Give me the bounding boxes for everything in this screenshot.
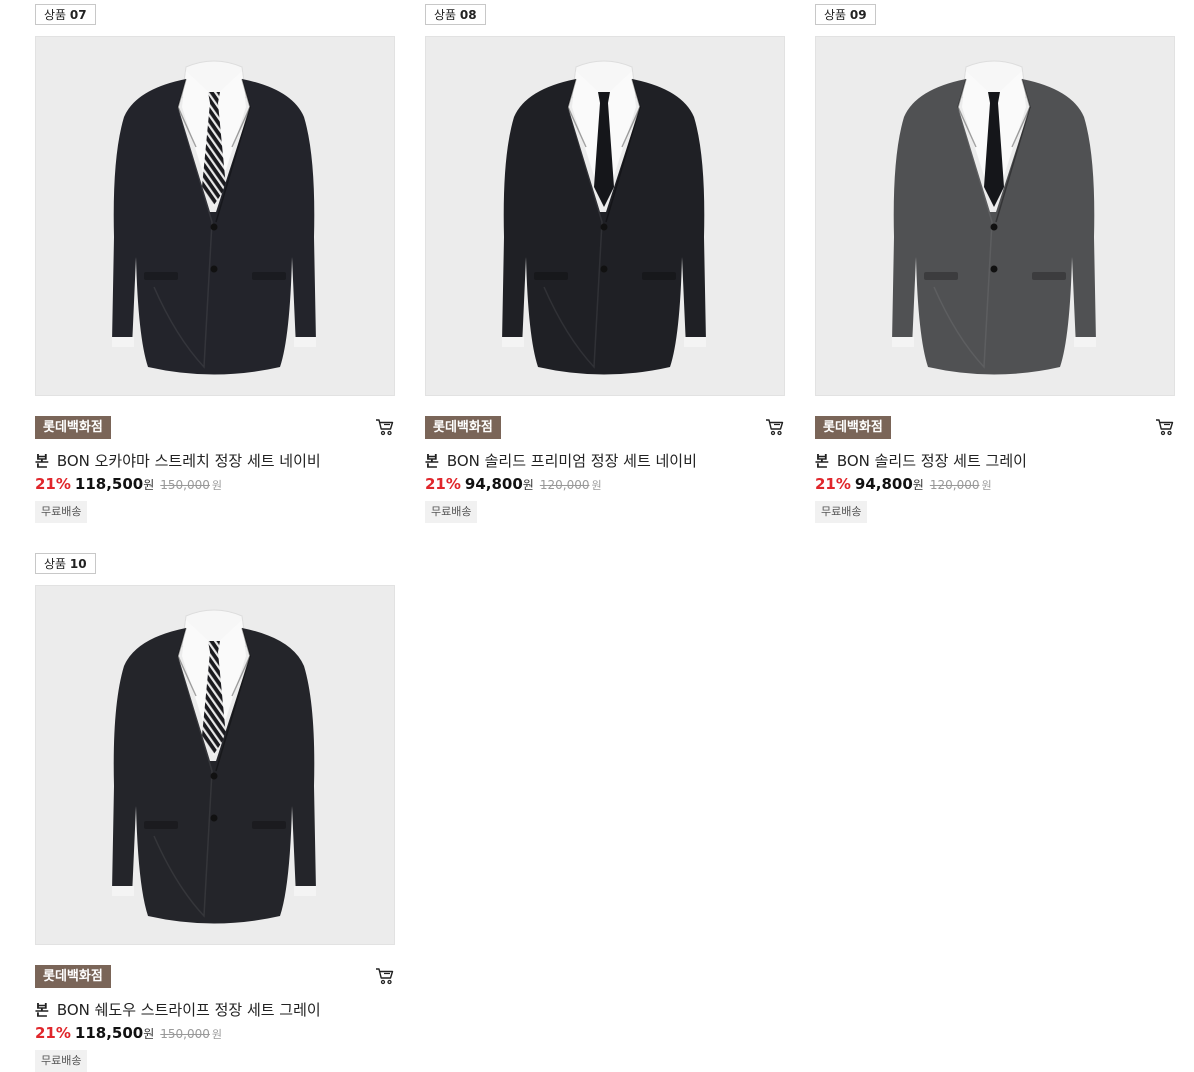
product-image[interactable] — [815, 36, 1175, 396]
cart-icon[interactable] — [375, 418, 395, 436]
product-number-badge: 상품 07 — [35, 4, 96, 25]
product-name: BON 오카야마 스트레치 정장 세트 네이비 — [56, 452, 321, 470]
discount-rate: 21% — [425, 475, 461, 493]
free-shipping-badge: 무료배송 — [815, 501, 868, 523]
product-name: BON 쉐도우 스트라이프 정장 세트 그레이 — [56, 1001, 321, 1019]
price-row: 21% 94,800원 120,000 원 — [425, 474, 602, 493]
currency-label: 원 — [143, 1027, 155, 1041]
store-badge: 롯데백화점 — [35, 965, 111, 988]
brand-name: 본 — [815, 452, 829, 470]
product-image[interactable] — [425, 36, 785, 396]
suit-illustration — [892, 60, 1096, 375]
product-image[interactable] — [35, 585, 395, 945]
product-name: BON 솔리드 프리미엄 정장 세트 네이비 — [446, 452, 697, 470]
cart-icon[interactable] — [765, 418, 785, 436]
original-currency: 원 — [211, 479, 223, 492]
suit-illustration — [502, 60, 706, 375]
product-title[interactable]: 본 BON 오카야마 스트레치 정장 세트 네이비 — [35, 450, 395, 471]
product-number-badge: 상품 08 — [425, 4, 486, 25]
brand-name: 본 — [425, 452, 439, 470]
product-title[interactable]: 본 BON 솔리드 정장 세트 그레이 — [815, 450, 1175, 471]
discount-rate: 21% — [35, 475, 71, 493]
original-currency: 원 — [211, 1028, 223, 1041]
price-row: 21% 118,500원 150,000 원 — [35, 474, 222, 493]
original-price: 150,000 — [160, 478, 210, 492]
product-number-badge: 상품 09 — [815, 4, 876, 25]
brand-name: 본 — [35, 1001, 49, 1019]
free-shipping-badge: 무료배송 — [425, 501, 478, 523]
free-shipping-badge: 무료배송 — [35, 501, 88, 523]
store-badge: 롯데백화점 — [815, 416, 891, 439]
product-image[interactable] — [35, 36, 395, 396]
sale-price: 94,800 — [854, 475, 913, 493]
currency-label: 원 — [912, 478, 924, 492]
suit-illustration — [112, 609, 316, 924]
product-number-badge: 상품 10 — [35, 553, 96, 574]
store-badge: 롯데백화점 — [35, 416, 111, 439]
discount-rate: 21% — [35, 1024, 71, 1042]
cart-icon[interactable] — [1155, 418, 1175, 436]
brand-name: 본 — [35, 452, 49, 470]
original-price: 120,000 — [929, 478, 980, 492]
discount-rate: 21% — [815, 475, 851, 493]
cart-icon[interactable] — [375, 967, 395, 985]
currency-label: 원 — [143, 478, 155, 492]
suit-illustration — [112, 60, 316, 375]
store-badge: 롯데백화점 — [425, 416, 501, 439]
price-row: 21% 94,800원 120,000 원 — [815, 474, 992, 493]
product-title[interactable]: 본 BON 솔리드 프리미엄 정장 세트 네이비 — [425, 450, 785, 471]
original-currency: 원 — [591, 479, 602, 492]
currency-label: 원 — [522, 478, 534, 492]
original-price: 150,000 — [160, 1027, 210, 1041]
product-name: BON 솔리드 정장 세트 그레이 — [836, 452, 1027, 470]
original-price: 120,000 — [539, 478, 590, 492]
original-currency: 원 — [981, 479, 992, 492]
free-shipping-badge: 무료배송 — [35, 1050, 88, 1072]
sale-price: 118,500 — [74, 475, 144, 493]
price-row: 21% 118,500원 150,000 원 — [35, 1023, 222, 1042]
product-title[interactable]: 본 BON 쉐도우 스트라이프 정장 세트 그레이 — [35, 999, 395, 1020]
sale-price: 94,800 — [464, 475, 523, 493]
sale-price: 118,500 — [74, 1024, 144, 1042]
